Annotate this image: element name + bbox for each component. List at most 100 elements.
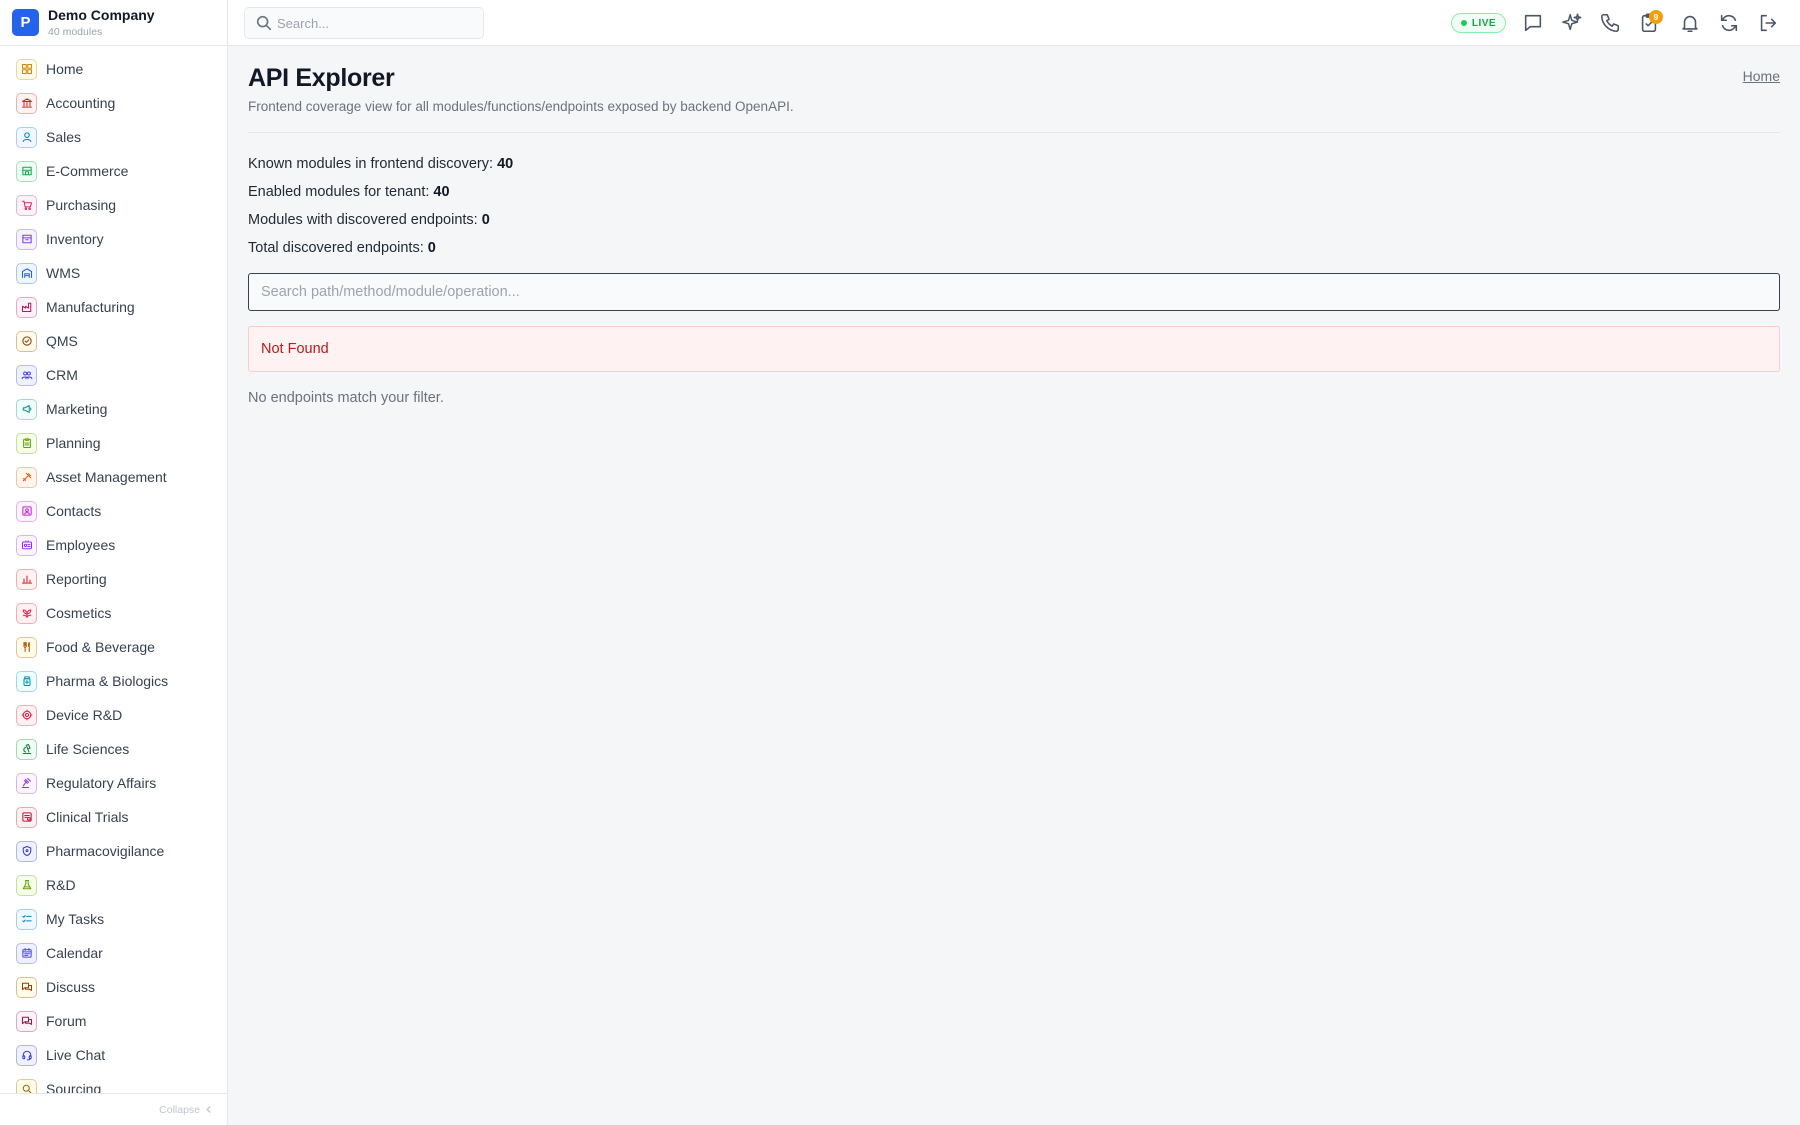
sidebar-item-label: Asset Management <box>46 469 167 485</box>
stat-modules-with-endpoints: Modules with discovered endpoints: 0 <box>248 206 1780 234</box>
factory-icon <box>16 296 37 318</box>
sidebar-item-accounting[interactable]: Accounting <box>0 86 227 120</box>
sidebar-nav: Home Accounting Sales E-Commerce Purchasing I… <box>0 52 227 1093</box>
utensils-icon <box>16 636 37 658</box>
endpoint-filter-input[interactable] <box>248 273 1780 311</box>
megaphone-icon <box>16 398 37 420</box>
bar-chart-icon <box>16 568 37 590</box>
module-count: 40 modules <box>48 25 103 38</box>
sidebar-item-label: Accounting <box>46 95 116 111</box>
sidebar-item-label: Planning <box>46 435 101 451</box>
global-search-input[interactable] <box>277 15 467 31</box>
live-status-badge: LIVE <box>1451 13 1506 33</box>
forum-icon <box>16 1010 37 1032</box>
sidebar-item-label: Discuss <box>46 979 96 995</box>
sidebar-item-purchasing[interactable]: Purchasing <box>0 188 227 222</box>
bell-icon <box>1682 15 1698 33</box>
sidebar-item-label: Employees <box>46 537 116 553</box>
sidebar-item-qms[interactable]: QMS <box>0 324 227 358</box>
stat-value: 40 <box>433 184 450 200</box>
sidebar-item-clinical-trials[interactable]: Clinical Trials <box>0 800 227 834</box>
sidebar-item-label: Marketing <box>46 401 108 417</box>
stat-enabled-modules: Enabled modules for tenant: 40 <box>248 178 1780 206</box>
search-icon <box>256 15 272 31</box>
sidebar-item-label: Clinical Trials <box>46 809 129 825</box>
sidebar-item-label: Forum <box>46 1013 87 1029</box>
flask-icon <box>16 874 37 896</box>
stat-value: 40 <box>497 156 514 172</box>
sidebar-item-r-d[interactable]: R&D <box>0 868 227 902</box>
sidebar-item-wms[interactable]: WMS <box>0 256 227 290</box>
sidebar-item-cosmetics[interactable]: Cosmetics <box>0 596 227 630</box>
sidebar-item-pharmacovigilance[interactable]: Pharmacovigilance <box>0 834 227 868</box>
stat-total-endpoints: Total discovered endpoints: 0 <box>248 234 1780 262</box>
sidebar-item-live-chat[interactable]: Live Chat <box>0 1038 227 1072</box>
sidebar-item-sourcing[interactable]: Sourcing <box>0 1072 227 1093</box>
sidebar-item-label: Cosmetics <box>46 605 112 621</box>
phone-icon <box>1600 13 1620 33</box>
sync-button[interactable] <box>1715 9 1743 37</box>
sidebar-item-label: Device R&D <box>46 707 123 723</box>
sidebar-item-label: My Tasks <box>46 911 105 927</box>
sidebar-item-home[interactable]: Home <box>0 52 227 86</box>
error-alert: Not Found <box>248 326 1780 372</box>
user-icon <box>16 126 37 148</box>
sidebar-item-marketing[interactable]: Marketing <box>0 392 227 426</box>
chat-icon <box>16 976 37 998</box>
page-subtitle: Frontend coverage view for all modules/f… <box>248 99 794 114</box>
sidebar-item-label: CRM <box>46 367 78 383</box>
pill-bottle-icon <box>16 670 37 692</box>
home-link[interactable]: Home <box>1743 68 1780 84</box>
sidebar-item-label: Pharma & Biologics <box>46 673 169 689</box>
sidebar-item-life-sciences[interactable]: Life Sciences <box>0 732 227 766</box>
ai-assistant-button[interactable] <box>1558 9 1586 37</box>
sidebar-item-discuss[interactable]: Discuss <box>0 970 227 1004</box>
sidebar-item-reporting[interactable]: Reporting <box>0 562 227 596</box>
global-search[interactable] <box>244 7 484 39</box>
sidebar-item-crm[interactable]: CRM <box>0 358 227 392</box>
sidebar-item-e-commerce[interactable]: E-Commerce <box>0 154 227 188</box>
sidebar-item-contacts[interactable]: Contacts <box>0 494 227 528</box>
sidebar-item-sales[interactable]: Sales <box>0 120 227 154</box>
sidebar-item-label: Home <box>46 61 84 77</box>
topbar: LIVE 9 <box>228 0 1800 46</box>
live-label: LIVE <box>1471 17 1497 29</box>
sidebar-item-calendar[interactable]: Calendar <box>0 936 227 970</box>
sidebar-item-pharma-biologics[interactable]: Pharma & Biologics <box>0 664 227 698</box>
calendar-icon <box>16 942 37 964</box>
sidebar-item-food-beverage[interactable]: Food & Beverage <box>0 630 227 664</box>
contact-icon <box>16 500 37 522</box>
sidebar-item-device-r-d[interactable]: Device R&D <box>0 698 227 732</box>
microscope-icon <box>16 738 37 760</box>
logout-button[interactable] <box>1754 9 1782 37</box>
gavel-icon <box>16 772 37 794</box>
stats-list: Known modules in frontend discovery: 40 … <box>248 150 1780 262</box>
sidebar-item-forum[interactable]: Forum <box>0 1004 227 1038</box>
brand-header[interactable]: P Demo Company 40 modules <box>0 0 227 46</box>
page-title: API Explorer <box>248 64 395 92</box>
sidebar-item-label: Pharmacovigilance <box>46 843 165 859</box>
sidebar-item-employees[interactable]: Employees <box>0 528 227 562</box>
notifications-button[interactable] <box>1676 9 1704 37</box>
approvals-button[interactable]: 9 <box>1635 9 1663 37</box>
collapse-button[interactable]: Collapse <box>0 1093 227 1125</box>
call-button[interactable] <box>1596 9 1624 37</box>
main-content: API Explorer Frontend coverage view for … <box>228 46 1800 1125</box>
messages-button[interactable] <box>1519 9 1547 37</box>
sidebar-item-label: Regulatory Affairs <box>46 775 157 791</box>
chevron-left-icon <box>206 1106 211 1113</box>
sidebar-item-manufacturing[interactable]: Manufacturing <box>0 290 227 324</box>
sidebar-item-asset-management[interactable]: Asset Management <box>0 460 227 494</box>
sidebar-item-label: Food & Beverage <box>46 639 155 655</box>
company-name: Demo Company <box>48 7 155 24</box>
stat-label: Enabled modules for tenant: <box>248 184 430 200</box>
sidebar-item-label: WMS <box>46 265 81 281</box>
sidebar-item-my-tasks[interactable]: My Tasks <box>0 902 227 936</box>
check-badge-icon <box>16 330 37 352</box>
sidebar-item-regulatory-affairs[interactable]: Regulatory Affairs <box>0 766 227 800</box>
sidebar-item-label: Inventory <box>46 231 104 247</box>
sidebar-item-inventory[interactable]: Inventory <box>0 222 227 256</box>
sidebar-item-label: R&D <box>46 877 76 893</box>
sidebar-item-planning[interactable]: Planning <box>0 426 227 460</box>
stat-label: Total discovered endpoints: <box>248 240 424 256</box>
